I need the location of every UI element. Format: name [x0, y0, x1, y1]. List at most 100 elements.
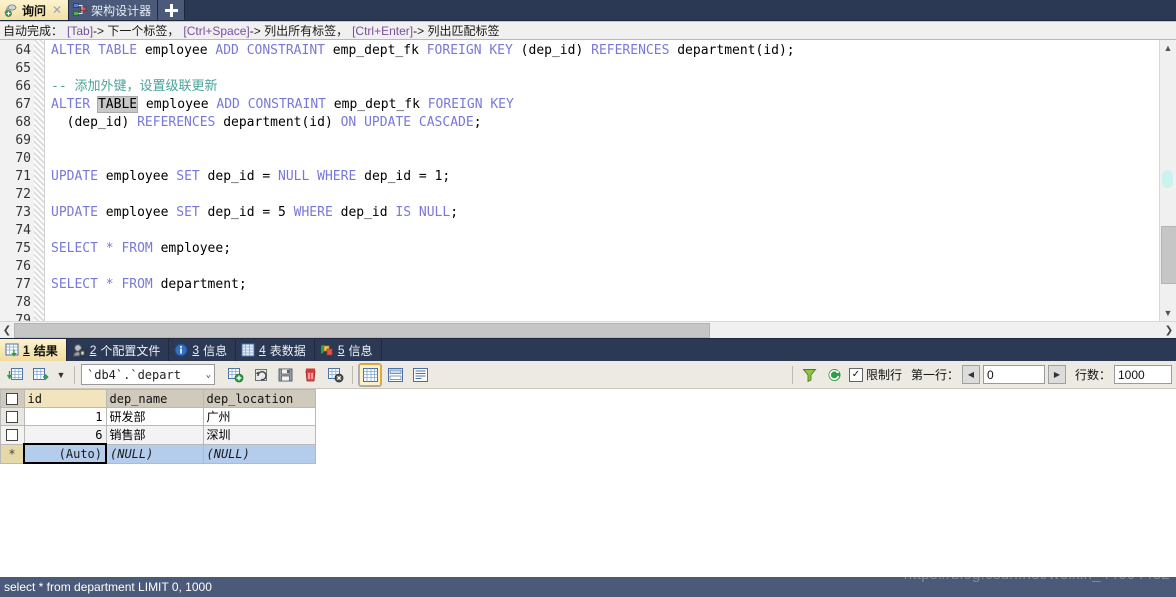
form-view-icon[interactable] — [384, 364, 406, 386]
sql-editor[interactable]: 64 65 66 67 68 69 70 71 72 73 74 75 76 77 78 79 ALTER T… — [0, 40, 1176, 321]
add-row-icon[interactable] — [224, 364, 246, 386]
code-line[interactable]: ALTER TABLE employee ADD CONSTRAINT emp_… — [45, 96, 1176, 114]
cell-id[interactable]: 6 — [23, 425, 107, 445]
code-line[interactable] — [45, 132, 1176, 150]
result-tab-4[interactable]: 4 表数据 — [236, 339, 315, 361]
select-all-checkbox[interactable] — [0, 389, 25, 408]
code-token: SET — [176, 169, 200, 184]
filter-icon[interactable] — [799, 364, 821, 386]
code-line[interactable] — [45, 186, 1176, 204]
result-tab-number: 1 — [23, 343, 30, 357]
grid-cancel-icon[interactable] — [324, 364, 346, 386]
row-checkbox[interactable] — [0, 425, 25, 445]
cell-dep_location[interactable]: 深圳 — [202, 425, 316, 445]
refresh-icon[interactable] — [824, 364, 846, 386]
code-line[interactable] — [45, 258, 1176, 276]
cell-dep_name[interactable]: 研发部 — [105, 407, 204, 426]
new-cell-dep_location[interactable]: (NULL) — [202, 443, 316, 464]
hint-key-ctrl-enter: [Ctrl+Enter] — [352, 23, 414, 38]
code-token: -- 添加外键，设置级联更新 — [51, 79, 218, 94]
column-header-id[interactable]: id — [23, 389, 107, 408]
result-data-grid[interactable]: id dep_name dep_location 1 研发部 广州 6 销售部 深圳 * (Auto… — [0, 389, 1176, 529]
import-grid-icon[interactable] — [4, 364, 26, 386]
new-cell-dep_name[interactable]: (NULL) — [105, 443, 204, 464]
result-tab-3[interactable]: 3 信息 — [169, 339, 237, 361]
hint-prefix: 自动完成： — [3, 24, 64, 38]
table-row[interactable]: 1 研发部 广州 — [0, 407, 316, 426]
result-tab-5[interactable]: 5 信息 — [315, 339, 382, 361]
code-line[interactable]: ALTER TABLE employee ADD CONSTRAINT emp_… — [45, 42, 1176, 60]
result-tab-1[interactable]: 1 结果 — [0, 339, 67, 361]
tab-schema-designer[interactable]: 架构设计器 — [69, 0, 159, 20]
code-line[interactable] — [45, 312, 1176, 321]
row-count-input[interactable]: 1000 — [1114, 365, 1172, 384]
code-line[interactable]: UPDATE employee SET dep_id = 5 WHERE dep… — [45, 204, 1176, 222]
code-line[interactable] — [45, 60, 1176, 78]
add-tab-button[interactable] — [158, 0, 186, 20]
code-line[interactable]: SELECT * FROM department; — [45, 276, 1176, 294]
first-row-label: 第一行： — [910, 368, 959, 382]
sql-code-area[interactable]: ALTER TABLE employee ADD CONSTRAINT emp_… — [45, 40, 1176, 321]
cell-id[interactable]: 1 — [23, 407, 107, 426]
code-line[interactable]: UPDATE employee SET dep_id = NULL WHERE … — [45, 168, 1176, 186]
line-number: 70 — [15, 151, 31, 166]
new-row-marker: * — [0, 443, 25, 464]
first-row-input[interactable]: 0 — [982, 365, 1045, 384]
result-tab-label: 个配置文件 — [100, 343, 161, 358]
cell-dep_location[interactable]: 广州 — [202, 407, 316, 426]
column-header-dep_location[interactable]: dep_location — [202, 389, 316, 408]
code-line[interactable] — [45, 294, 1176, 312]
trash-icon[interactable] — [299, 364, 321, 386]
hint-text-tab: -> 下一个标签， — [93, 24, 180, 38]
column-header-dep_name[interactable]: dep_name — [105, 389, 204, 408]
checkbox-icon — [6, 428, 19, 441]
new-row-placeholder[interactable]: * (Auto) (NULL) (NULL) — [0, 443, 316, 464]
vertical-scroll-thumb[interactable] — [1161, 226, 1176, 284]
revert-icon[interactable] — [249, 364, 271, 386]
code-line[interactable] — [45, 222, 1176, 240]
cell-dep_name[interactable]: 销售部 — [105, 425, 204, 445]
result-tab-2[interactable]: 2 个配置文件 — [67, 339, 170, 361]
query-icon — [4, 3, 18, 17]
table-header-row: id dep_name dep_location — [0, 389, 316, 408]
database-table-select[interactable]: `db4`.`depart ⌄ — [81, 364, 215, 385]
scroll-down-icon[interactable]: ▼ — [1160, 305, 1176, 321]
data-table[interactable]: id dep_name dep_location 1 研发部 广州 6 销售部 深圳 * (Auto… — [0, 389, 316, 464]
scroll-left-icon[interactable]: ❮ — [0, 325, 14, 336]
tab-query[interactable]: 询问 ✕ — [0, 0, 70, 20]
code-line[interactable]: SELECT * FROM employee; — [45, 240, 1176, 258]
toolbar-separator-2 — [352, 365, 353, 384]
new-cell-id[interactable]: (Auto) — [23, 443, 107, 464]
save-icon[interactable] — [274, 364, 296, 386]
plus-icon — [164, 3, 178, 17]
code-line[interactable] — [45, 150, 1176, 168]
code-token: NULL — [418, 205, 451, 220]
export-grid-icon[interactable] — [29, 364, 51, 386]
toolbar-separator-1 — [74, 365, 75, 384]
editor-horizontal-scrollbar[interactable]: ❮ ❯ — [0, 321, 1176, 338]
table-data-icon — [241, 343, 255, 357]
first-row-increment[interactable]: ▶ — [1047, 365, 1066, 384]
text-view-icon[interactable] — [409, 364, 431, 386]
schema-designer-icon — [73, 3, 87, 17]
grid-view-icon[interactable] — [358, 362, 382, 387]
line-number: 74 — [15, 223, 31, 238]
limit-rows-checkbox[interactable]: ✓ — [848, 367, 863, 382]
editor-vertical-scrollbar[interactable]: ▲ ▼ — [1159, 40, 1176, 321]
limit-rows-label: 限制行 — [865, 368, 902, 382]
first-row-decrement[interactable]: ◀ — [961, 365, 980, 384]
close-icon[interactable]: ✕ — [52, 3, 62, 17]
code-token: dep_id = — [199, 169, 279, 184]
table-row[interactable]: 6 销售部 深圳 — [0, 425, 316, 445]
row-checkbox[interactable] — [0, 407, 25, 426]
chevron-down-icon[interactable]: ⌄ — [206, 370, 211, 380]
scroll-up-icon[interactable]: ▲ — [1160, 40, 1176, 56]
code-token: (dep_id) — [51, 115, 138, 130]
tab-schema-designer-label: 架构设计器 — [91, 3, 152, 18]
horizontal-scroll-thumb[interactable] — [14, 323, 710, 338]
code-line[interactable]: -- 添加外键，设置级联更新 — [45, 78, 1176, 96]
chevron-down-icon[interactable]: ▼ — [54, 364, 68, 386]
code-token: SET — [176, 205, 200, 220]
scroll-right-icon[interactable]: ❯ — [1162, 325, 1176, 336]
code-line[interactable]: (dep_id) REFERENCES department(id) ON UP… — [45, 114, 1176, 132]
